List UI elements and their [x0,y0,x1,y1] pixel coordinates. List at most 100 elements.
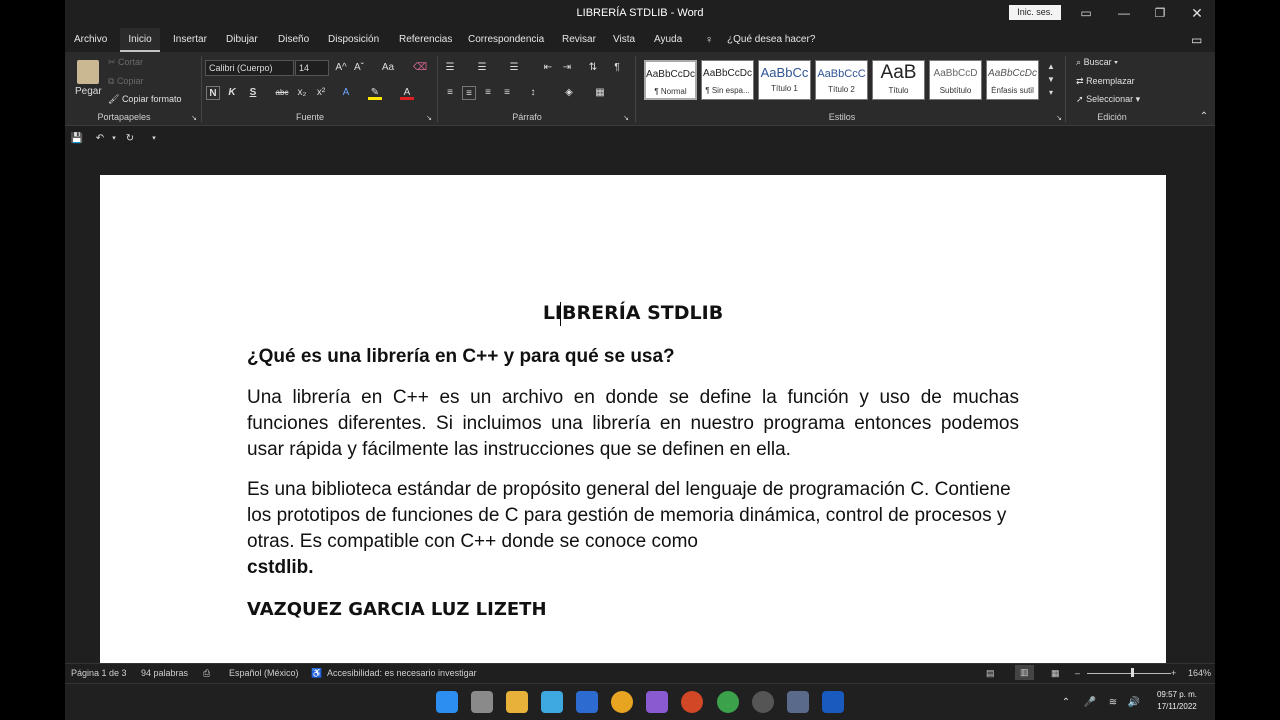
focus-mode-icon[interactable]: ▤ [986,668,995,679]
start-icon[interactable] [436,691,458,713]
word-icon[interactable] [822,691,844,713]
subscript-button[interactable]: x₂ [295,86,309,100]
decrease-indent-icon[interactable]: ⇤ [541,61,555,75]
font-size-select[interactable]: 14 [295,60,329,76]
tab-revisar[interactable]: Revisar [562,28,596,52]
paste-button[interactable]: Pegar [73,56,103,100]
maximize-button[interactable]: ❐ [1145,4,1175,22]
highlight-icon[interactable]: ✎ [368,86,382,100]
undo-icon[interactable]: ↶ [93,132,107,146]
store-icon[interactable] [576,691,598,713]
styles-scroll-icon[interactable]: ▲ ▼ ▾ [1044,60,1058,100]
clock[interactable]: 09:57 p. m. 17/11/2022 [1147,689,1207,713]
powerpoint-icon[interactable] [681,691,703,713]
zoom-level[interactable]: 164% [1188,668,1211,678]
shading-icon[interactable]: ◈ [562,86,576,100]
accessibility-status[interactable]: Accesibilidad: es necesario investigar [327,668,477,678]
style-no-spacing[interactable]: AaBbCcDc ¶ Sin espa... [701,60,754,100]
minimize-button[interactable]: — [1109,4,1139,22]
find-button[interactable]: ⌕ Buscar ▾ [1076,57,1118,68]
save-icon[interactable]: 💾 [70,132,84,146]
italic-button[interactable]: K [225,86,239,100]
tab-archivo[interactable]: Archivo [74,28,107,52]
zoom-out-button[interactable]: – [1075,668,1080,678]
font-shrink-button[interactable]: Aˇ [352,61,366,75]
document-page[interactable]: LIBRERÍA STDLIB ¿Qué es una librería en … [100,175,1166,663]
line-spacing-icon[interactable]: ↕ [526,86,540,100]
style-title[interactable]: AaB Título [872,60,925,100]
microphone-icon[interactable]: 🎤 [1083,696,1097,710]
sort-icon[interactable]: ⇅ [586,61,600,75]
tell-me-search[interactable]: ¿Qué desea hacer? [727,28,815,52]
style-normal[interactable]: AaBbCcDc ¶ Normal [644,60,697,100]
zoom-slider-thumb[interactable] [1131,668,1134,677]
word-count[interactable]: 94 palabras [141,668,188,678]
change-case-button[interactable]: Aa [377,61,399,75]
bullets-icon[interactable]: ☰ [443,61,457,75]
increase-indent-icon[interactable]: ⇥ [560,61,574,75]
copy-button[interactable]: ⧉ Copiar [108,76,143,87]
align-right-icon[interactable]: ≡ [481,86,495,100]
tab-disposicion[interactable]: Disposición [328,28,379,52]
style-subtle-emphasis[interactable]: AaBbCcDc Énfasis sutil [986,60,1039,100]
font-grow-button[interactable]: A^ [334,61,348,75]
tab-correspondencia[interactable]: Correspondencia [468,28,544,52]
align-left-icon[interactable]: ≡ [443,86,457,100]
proofing-icon[interactable]: ⎙ [203,668,210,679]
underline-button[interactable]: S [246,86,260,100]
style-heading-1[interactable]: AaBbCc Título 1 [758,60,811,100]
print-layout-icon[interactable]: ▥ [1015,665,1034,680]
file-explorer-icon[interactable] [506,691,528,713]
clipboard-launcher-icon[interactable]: ↘ [187,112,201,126]
tab-inicio[interactable]: Inicio [120,28,160,52]
comments-icon[interactable]: ▭ [1191,28,1202,52]
font-color-icon[interactable]: A [400,86,414,100]
tab-referencias[interactable]: Referencias [399,28,452,52]
sign-in-button[interactable]: Inic. ses. [1009,5,1061,20]
close-button[interactable]: ✕ [1182,4,1212,22]
volume-icon[interactable]: 🔊 [1127,696,1141,710]
redo-icon[interactable]: ↻ [123,132,137,146]
tab-diseno[interactable]: Diseño [278,28,309,52]
chrome-icon[interactable] [611,691,633,713]
text-effects-icon[interactable]: A [339,86,353,100]
collapse-ribbon-icon[interactable]: ⌃ [1197,110,1211,124]
chrome-profile-icon[interactable] [717,691,739,713]
language-status[interactable]: Español (México) [229,668,299,678]
zoom-slider[interactable] [1087,673,1171,674]
tab-ayuda[interactable]: Ayuda [654,28,682,52]
app-icon[interactable] [752,691,774,713]
select-button[interactable]: ➚ Seleccionar ▾ [1076,94,1140,105]
font-name-select[interactable]: Calibri (Cuerpo) [205,60,294,76]
ribbon-display-icon[interactable]: ▭ [1071,4,1101,22]
numbering-icon[interactable]: ☰ [475,61,489,75]
tab-insertar[interactable]: Insertar [173,28,207,52]
superscript-button[interactable]: x² [314,86,328,100]
styles-launcher-icon[interactable]: ↘ [1052,112,1066,126]
strikethrough-button[interactable]: abc [273,86,291,100]
show-marks-button[interactable]: ¶ [610,61,624,75]
visual-studio-icon[interactable] [646,691,668,713]
bold-button[interactable]: N [206,86,220,100]
web-layout-icon[interactable]: ▦ [1051,668,1060,679]
notepad-icon[interactable] [541,691,563,713]
style-subtitle[interactable]: AaBbCcD Subtítulo [929,60,982,100]
align-center-icon[interactable]: ≡ [462,86,476,100]
clear-formatting-icon[interactable]: ⌫ [413,61,427,75]
paragraph-launcher-icon[interactable]: ↘ [619,112,633,126]
tab-vista[interactable]: Vista [613,28,635,52]
tab-dibujar[interactable]: Dibujar [226,28,258,52]
borders-icon[interactable]: ▦ [593,86,607,100]
justify-icon[interactable]: ≡ [500,86,514,100]
dev-cpp-icon[interactable] [787,691,809,713]
font-launcher-icon[interactable]: ↘ [422,112,436,126]
multilevel-list-icon[interactable]: ☰ [507,61,521,75]
format-painter-button[interactable]: 🖌 Copiar formato [108,94,181,105]
cut-button[interactable]: ✂ Cortar [108,57,143,68]
page-count[interactable]: Página 1 de 3 [71,668,127,678]
style-heading-2[interactable]: AaBbCcC Título 2 [815,60,868,100]
replace-button[interactable]: ⇄ Reemplazar [1076,76,1135,87]
task-view-icon[interactable] [471,691,493,713]
chevron-up-icon[interactable]: ⌃ [1059,696,1073,710]
zoom-in-button[interactable]: + [1171,668,1176,678]
